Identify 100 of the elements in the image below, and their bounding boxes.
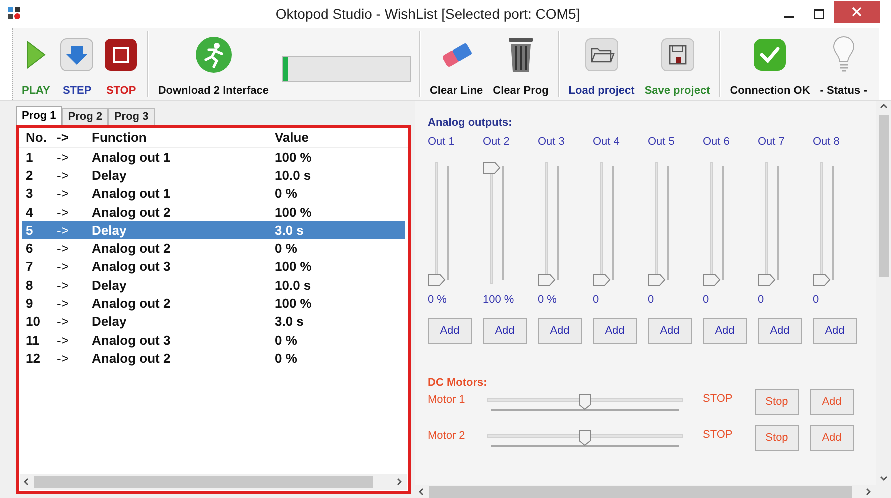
output-value: 0	[813, 295, 820, 308]
toolbar-button[interactable]: Clear Line	[428, 28, 484, 100]
slider-thumb[interactable]	[648, 274, 666, 286]
output-value: 100 %	[483, 295, 514, 308]
table-row[interactable]: 6 -> Analog out 2 0 %	[22, 239, 405, 258]
table-row[interactable]: 5 -> Delay 3.0 s	[22, 221, 405, 240]
light-bulb-icon	[832, 35, 856, 75]
table-cell-text: 8	[25, 278, 34, 292]
table-row[interactable]: 4 -> Analog out 2 100 %	[22, 202, 405, 222]
horizontal-scrollbar[interactable]	[20, 474, 407, 490]
table-row[interactable]: 12 -> Analog out 2 0 %	[22, 349, 405, 368]
output-value: 0 %	[538, 295, 557, 308]
table-cell-text: ->	[57, 187, 70, 200]
toolbar-button[interactable]: STEP	[59, 28, 96, 100]
table-cell-text: 1	[25, 150, 34, 164]
table-cell-text: ->	[57, 260, 70, 274]
table-cell-text: 5	[25, 224, 34, 237]
table-cell-text: 100 %	[275, 206, 313, 219]
vertical-slider[interactable]	[758, 162, 782, 286]
minimize-icon	[784, 16, 794, 18]
table-row[interactable]: 8 -> Delay 10.0 s	[22, 276, 405, 294]
column-header[interactable]: Function	[92, 128, 275, 148]
table-cell-text: ->	[57, 224, 70, 237]
table-cell-text: Analog out 3	[92, 334, 172, 347]
section-title: Analog outputs:	[428, 117, 512, 129]
table-cell-text: 9	[25, 297, 34, 310]
motor-state: STOP	[703, 430, 734, 441]
add-button[interactable]: Add	[593, 318, 637, 344]
folder-icon	[584, 38, 619, 72]
output-label: Out 3	[538, 137, 565, 150]
toolbar-button[interactable]: STOP	[103, 28, 140, 100]
table-row[interactable]: 11 -> Analog out 3 0 %	[22, 330, 405, 350]
slider-thumb[interactable]	[813, 274, 831, 286]
slider-thumb[interactable]	[758, 274, 776, 286]
play-icon	[25, 40, 48, 70]
slider-thumb[interactable]	[703, 274, 721, 286]
table-cell-text: Analog out 2	[92, 297, 172, 310]
table-cell-text: 10	[25, 315, 42, 328]
table-cell-text: 0 %	[275, 242, 298, 256]
output-value: 0	[648, 295, 654, 308]
column-header[interactable]: No.	[19, 128, 57, 148]
table-cell-text: 3.0 s	[275, 315, 305, 328]
output-label: Out 7	[758, 137, 785, 150]
runner-icon	[194, 36, 233, 74]
table-cell-text: Analog out 1	[92, 187, 172, 200]
add-button[interactable]: Add	[428, 318, 472, 344]
table-cell-text: 0 %	[275, 187, 298, 200]
table-cell-text: 0 %	[275, 352, 298, 365]
toolbar-button[interactable]: PLAY	[21, 28, 52, 100]
table-cell-text: 100 %	[275, 260, 313, 274]
motor-label: Motor 1	[428, 394, 466, 406]
add-button[interactable]: Add	[703, 318, 747, 344]
table-cell-text: ->	[57, 334, 70, 347]
toolbar-button[interactable]: Save project	[644, 28, 712, 100]
app-logo-icon	[8, 7, 22, 21]
vertical-slider[interactable]	[538, 162, 562, 286]
tab[interactable]: Prog 3	[108, 108, 155, 125]
toolbar-button[interactable]: Download 2 Interface	[157, 28, 270, 100]
slider-thumb[interactable]	[579, 430, 591, 446]
toolbar-button[interactable]: - Status -	[819, 28, 868, 100]
toolbar-button[interactable]: Clear Prog	[492, 28, 550, 100]
window-title: Oktopod Studio - WishList [Selected port: COM5]	[276, 6, 580, 22]
table-cell-text: Analog out 2	[92, 206, 172, 219]
toolbar-button[interactable]: Load project	[568, 28, 636, 100]
table-row[interactable]: 9 -> Analog out 2 100 %	[22, 294, 405, 313]
slider-thumb[interactable]	[593, 274, 611, 286]
table-row[interactable]: 3 -> Analog out 1 0 %	[22, 184, 405, 203]
slider-thumb[interactable]	[428, 274, 446, 286]
column-header[interactable]: ->	[57, 128, 92, 148]
slider-thumb[interactable]	[579, 394, 591, 410]
add-button[interactable]: Add	[648, 318, 692, 344]
slider-thumb[interactable]	[483, 162, 501, 174]
table-row[interactable]: 7 -> Analog out 3 100 %	[22, 258, 405, 276]
table-row[interactable]: 1 -> Analog out 1 100 %	[22, 148, 405, 166]
add-button[interactable]: Add	[813, 318, 857, 344]
vertical-slider[interactable]	[593, 162, 617, 286]
table-cell-text: 0 %	[275, 334, 298, 347]
vertical-slider[interactable]	[813, 162, 837, 286]
add-button[interactable]: Add	[758, 318, 802, 344]
toolbar-button[interactable]: Connection OK	[729, 28, 812, 100]
table-cell-text: ->	[57, 278, 70, 292]
tab[interactable]: Prog 2	[62, 108, 108, 125]
slider-thumb[interactable]	[538, 274, 556, 286]
vertical-slider[interactable]	[483, 162, 507, 286]
checkmark-icon	[753, 38, 788, 72]
tab[interactable]: Prog 1	[16, 106, 62, 125]
table-cell-text: 10.0 s	[275, 278, 312, 292]
vertical-slider[interactable]	[648, 162, 672, 286]
table-cell-text: Delay	[92, 278, 128, 292]
vertical-slider[interactable]	[703, 162, 727, 286]
close-button[interactable]	[834, 1, 880, 23]
column-header[interactable]: Value	[275, 128, 375, 148]
table-row[interactable]: 2 -> Delay 10.0 s	[22, 166, 405, 185]
maximize-icon	[814, 9, 824, 19]
table-row[interactable]: 10 -> Delay 3.0 s	[22, 312, 405, 331]
vertical-slider[interactable]	[428, 162, 452, 286]
add-button[interactable]: Add	[538, 318, 582, 344]
add-button[interactable]: Add	[483, 318, 527, 344]
table-cell-text: ->	[57, 297, 70, 310]
table-cell-text: ->	[57, 168, 70, 182]
